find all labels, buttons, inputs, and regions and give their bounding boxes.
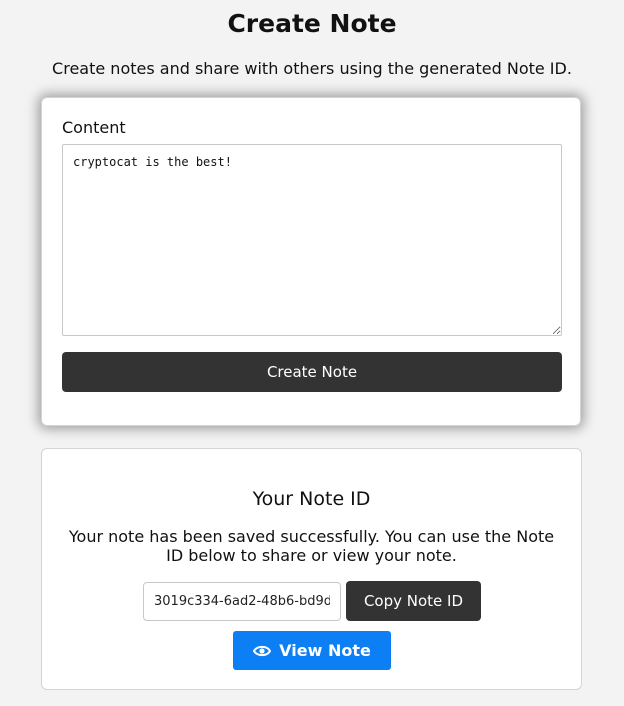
- view-note-label: View Note: [279, 641, 371, 660]
- page-subtitle: Create notes and share with others using…: [52, 59, 572, 78]
- note-id-card: Your Note ID Your note has been saved su…: [41, 448, 582, 690]
- view-note-button[interactable]: View Note: [233, 631, 391, 670]
- eye-icon: [253, 644, 272, 658]
- page: Create Note Create notes and share with …: [0, 0, 624, 706]
- create-note-card: Content cryptocat is the best! Create No…: [41, 97, 581, 426]
- copy-note-id-button[interactable]: Copy Note ID: [346, 581, 481, 621]
- note-saved-message: Your note has been saved successfully. Y…: [68, 527, 555, 565]
- content-textarea[interactable]: cryptocat is the best!: [62, 144, 562, 336]
- note-id-field[interactable]: [143, 582, 341, 621]
- create-note-button[interactable]: Create Note: [62, 352, 562, 392]
- page-title: Create Note: [227, 9, 397, 38]
- note-id-heading: Your Note ID: [252, 488, 371, 510]
- content-label: Content: [62, 118, 126, 137]
